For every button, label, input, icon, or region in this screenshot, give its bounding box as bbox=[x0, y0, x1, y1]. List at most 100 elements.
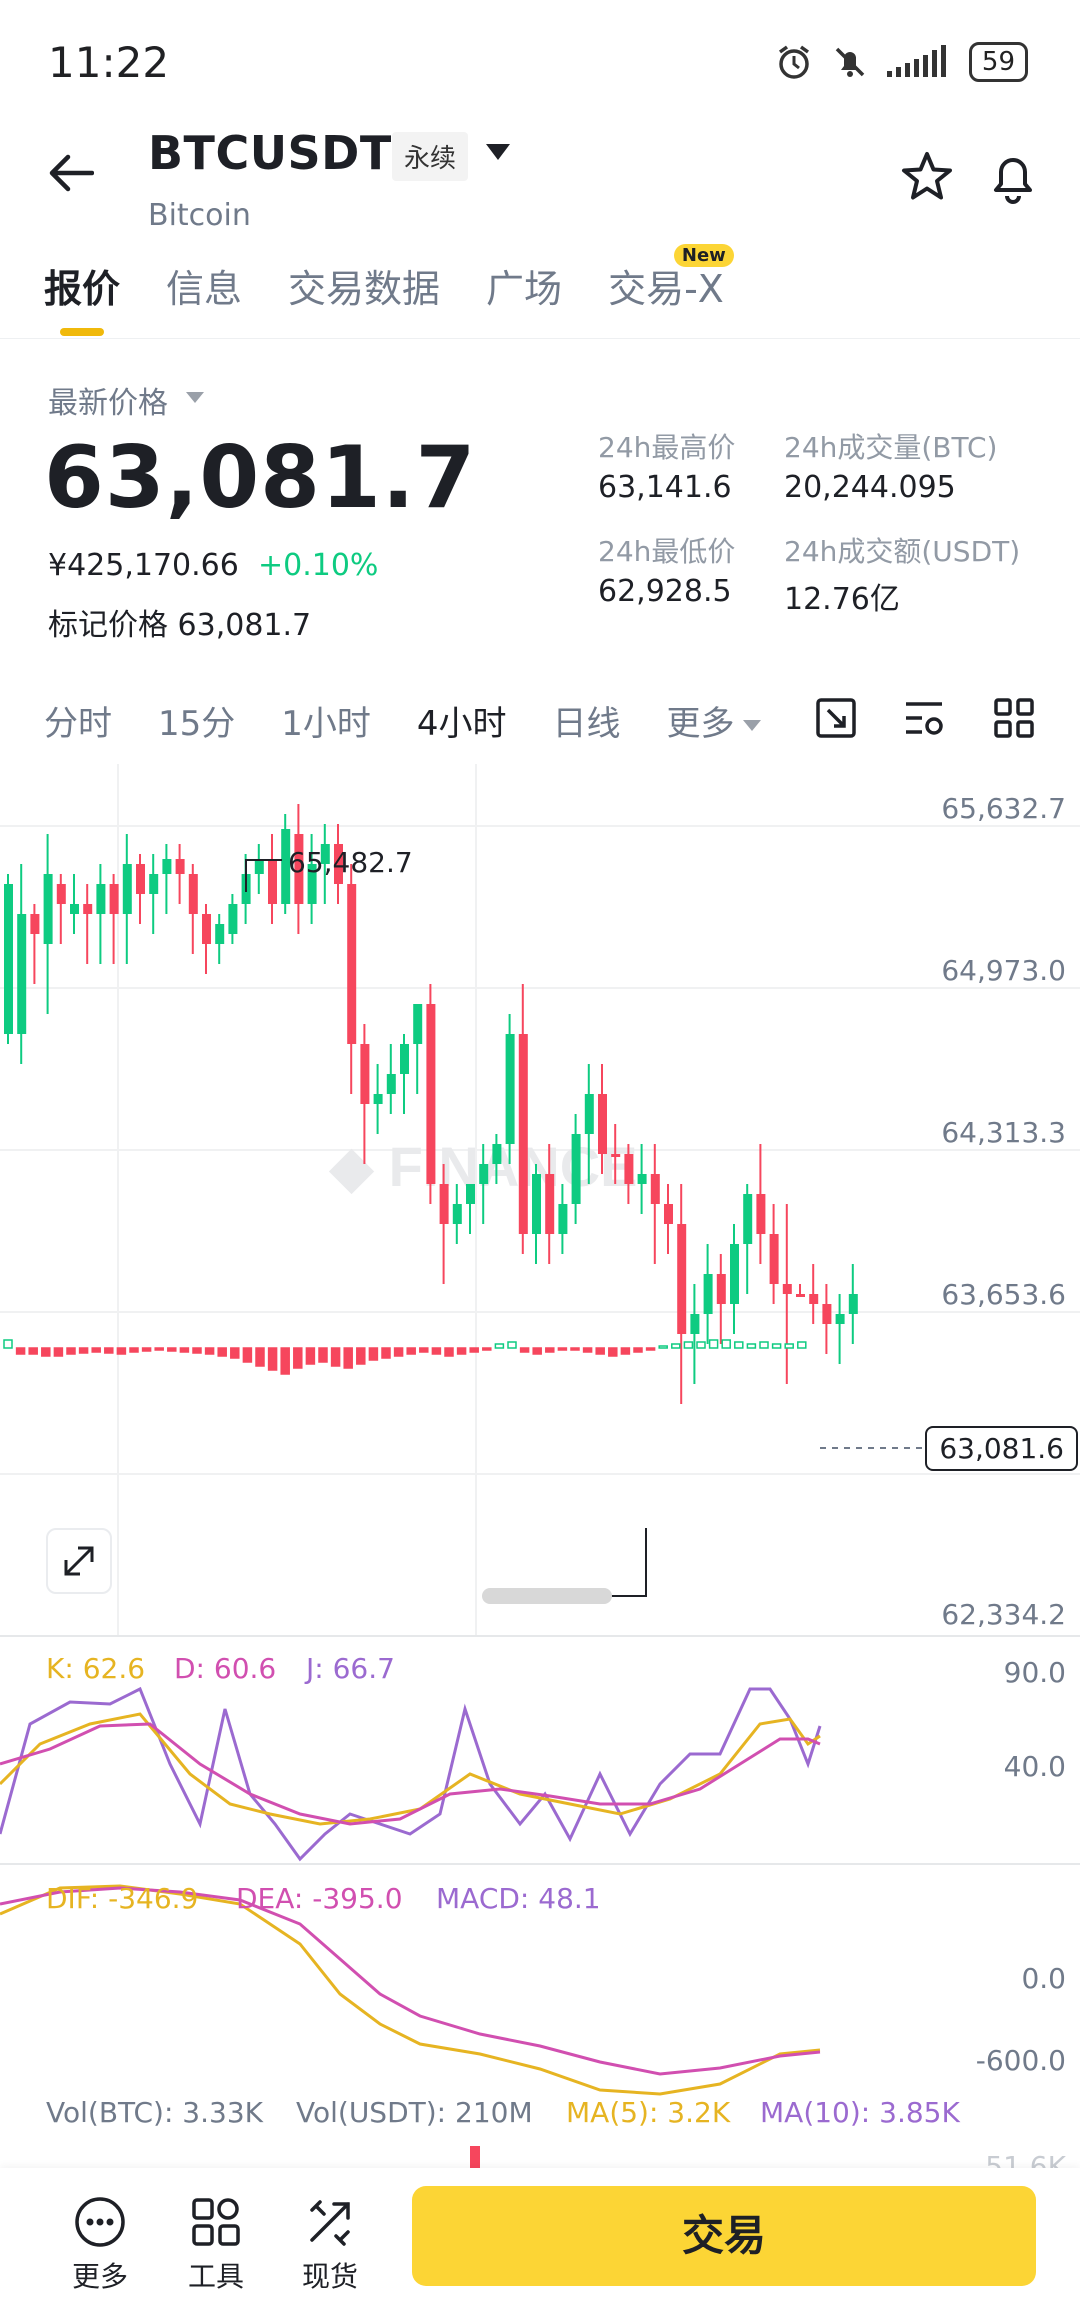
candle-body bbox=[650, 1174, 660, 1204]
macd-dea-value: DEA: -395.0 bbox=[236, 1882, 403, 1915]
macd-histogram-bar bbox=[507, 1341, 517, 1349]
candle-body bbox=[466, 1184, 475, 1204]
candle-body bbox=[228, 904, 238, 934]
macd-histogram-bar bbox=[280, 1347, 290, 1375]
candle-body bbox=[558, 1204, 568, 1234]
candle-body bbox=[518, 1034, 528, 1234]
new-badge: New bbox=[673, 244, 734, 267]
tab-square[interactable]: 广场 bbox=[486, 258, 562, 313]
candle-body bbox=[492, 1144, 502, 1164]
back-arrow-icon[interactable] bbox=[48, 150, 94, 196]
candle-body bbox=[83, 904, 93, 914]
symbol-title[interactable]: BTCUSDT bbox=[148, 126, 392, 180]
macd-histogram-bar bbox=[658, 1345, 668, 1349]
latest-price-label[interactable]: 最新价格 bbox=[48, 378, 168, 422]
interval-15m[interactable]: 15分 bbox=[158, 696, 235, 745]
candle-body bbox=[215, 924, 225, 944]
candle-body bbox=[782, 1284, 792, 1294]
vol-btc-value: 20,244.095 bbox=[784, 470, 956, 505]
interval-1d[interactable]: 日线 bbox=[553, 696, 621, 745]
vol-usdt-value: 12.76亿 bbox=[784, 582, 900, 617]
candle-body bbox=[637, 1174, 647, 1184]
macd-histogram-bar bbox=[595, 1347, 605, 1355]
price-axis-label-5: 62,334.2 bbox=[941, 1598, 1066, 1631]
candle-body bbox=[677, 1224, 687, 1334]
interval-timeline[interactable]: 分时 bbox=[44, 696, 112, 745]
candle-body bbox=[17, 914, 27, 1034]
spot-button[interactable]: 现货 bbox=[280, 2196, 380, 2295]
macd-histogram-bar bbox=[557, 1347, 568, 1351]
price-axis-label-3: 64,313.3 bbox=[941, 1116, 1066, 1149]
candle-body bbox=[70, 904, 79, 914]
candlestick-chart[interactable]: ◆ FINANCE bbox=[0, 764, 1080, 2164]
macd-histogram-bar bbox=[708, 1339, 719, 1349]
macd-histogram-bar bbox=[645, 1347, 656, 1351]
more-button[interactable]: 更多 bbox=[50, 2196, 150, 2295]
trade-button[interactable]: 交易 bbox=[412, 2186, 1036, 2286]
macd-histogram-bar bbox=[141, 1347, 152, 1352]
macd-histogram-bar bbox=[545, 1347, 555, 1353]
candle-body bbox=[149, 874, 159, 894]
candle-body bbox=[122, 864, 132, 914]
macd-histogram-bar bbox=[41, 1347, 51, 1357]
symbol-dropdown-icon[interactable] bbox=[486, 144, 510, 160]
vol-btc-label: 24h成交量(BTC) bbox=[784, 431, 998, 464]
kdj-j-line bbox=[0, 1686, 822, 1862]
price-type-dropdown-icon[interactable] bbox=[186, 392, 204, 403]
candle-body bbox=[809, 1294, 819, 1304]
macd-dif-value: DIF: -346.9 bbox=[46, 1882, 199, 1915]
interval-1h[interactable]: 1小时 bbox=[281, 696, 371, 745]
active-tab-indicator bbox=[60, 328, 104, 336]
candle-body bbox=[413, 1004, 423, 1044]
mark-price-value: 63,081.7 bbox=[177, 608, 312, 643]
fullscreen-chart-icon[interactable] bbox=[814, 696, 858, 740]
bell-icon[interactable] bbox=[986, 150, 1040, 204]
macd-histogram-bar bbox=[419, 1347, 429, 1353]
status-time: 11:22 bbox=[48, 38, 170, 87]
macd-histogram-bar bbox=[368, 1347, 379, 1361]
tab-trading-data[interactable]: 交易数据 bbox=[288, 258, 440, 313]
tab-quote[interactable]: 报价 bbox=[44, 258, 120, 313]
tab-trade-x-label: 交易-X bbox=[608, 267, 724, 311]
macd-histogram-bar bbox=[633, 1347, 643, 1353]
layout-grid-icon[interactable] bbox=[992, 696, 1036, 740]
candle-body bbox=[30, 914, 40, 934]
tab-info[interactable]: 信息 bbox=[166, 258, 242, 313]
kdj-k-value: K: 62.6 bbox=[46, 1652, 146, 1685]
interval-more-label: 更多 bbox=[666, 704, 735, 744]
macd-histogram-bar bbox=[53, 1347, 64, 1357]
macd-histogram-bar bbox=[91, 1347, 101, 1353]
macd-histogram-bar bbox=[204, 1347, 215, 1355]
tab-trade-x[interactable]: 交易-X New bbox=[608, 244, 734, 313]
candle-body bbox=[347, 884, 357, 1044]
candle-body bbox=[743, 1194, 753, 1244]
price-change-percent: +0.10% bbox=[258, 548, 379, 583]
more-dots-icon bbox=[75, 2197, 125, 2247]
tools-button[interactable]: 工具 bbox=[166, 2196, 266, 2295]
macd-histogram-bar bbox=[620, 1347, 631, 1355]
candle-body bbox=[56, 884, 66, 904]
low-marker-blur bbox=[482, 1588, 612, 1604]
candle-body bbox=[426, 1004, 436, 1184]
mark-price-label: 标记价格 bbox=[48, 608, 168, 643]
candle-body bbox=[4, 884, 13, 1034]
battery-indicator: 59 bbox=[968, 42, 1028, 82]
candle-body bbox=[96, 884, 106, 914]
vol-btc-indicator: Vol(BTC): 3.33K bbox=[46, 2096, 263, 2129]
candle-body bbox=[479, 1164, 489, 1184]
candle-body bbox=[400, 1044, 409, 1074]
spot-label: 现货 bbox=[301, 2260, 358, 2293]
star-icon[interactable] bbox=[900, 150, 954, 204]
macd-histogram-bar bbox=[696, 1341, 706, 1349]
low-marker-line bbox=[520, 1528, 647, 1597]
interval-more[interactable]: 更多 bbox=[667, 696, 761, 745]
macd-histogram-bar bbox=[671, 1343, 681, 1349]
interval-4h[interactable]: 4小时 bbox=[417, 696, 507, 745]
candle-body bbox=[664, 1204, 673, 1224]
chart-settings-icon[interactable] bbox=[902, 696, 946, 740]
candle-body bbox=[756, 1194, 766, 1234]
expand-chart-button[interactable] bbox=[46, 1528, 112, 1594]
macd-histogram-bar bbox=[683, 1341, 694, 1349]
candle-body bbox=[835, 1314, 845, 1324]
candle-body bbox=[598, 1094, 607, 1154]
